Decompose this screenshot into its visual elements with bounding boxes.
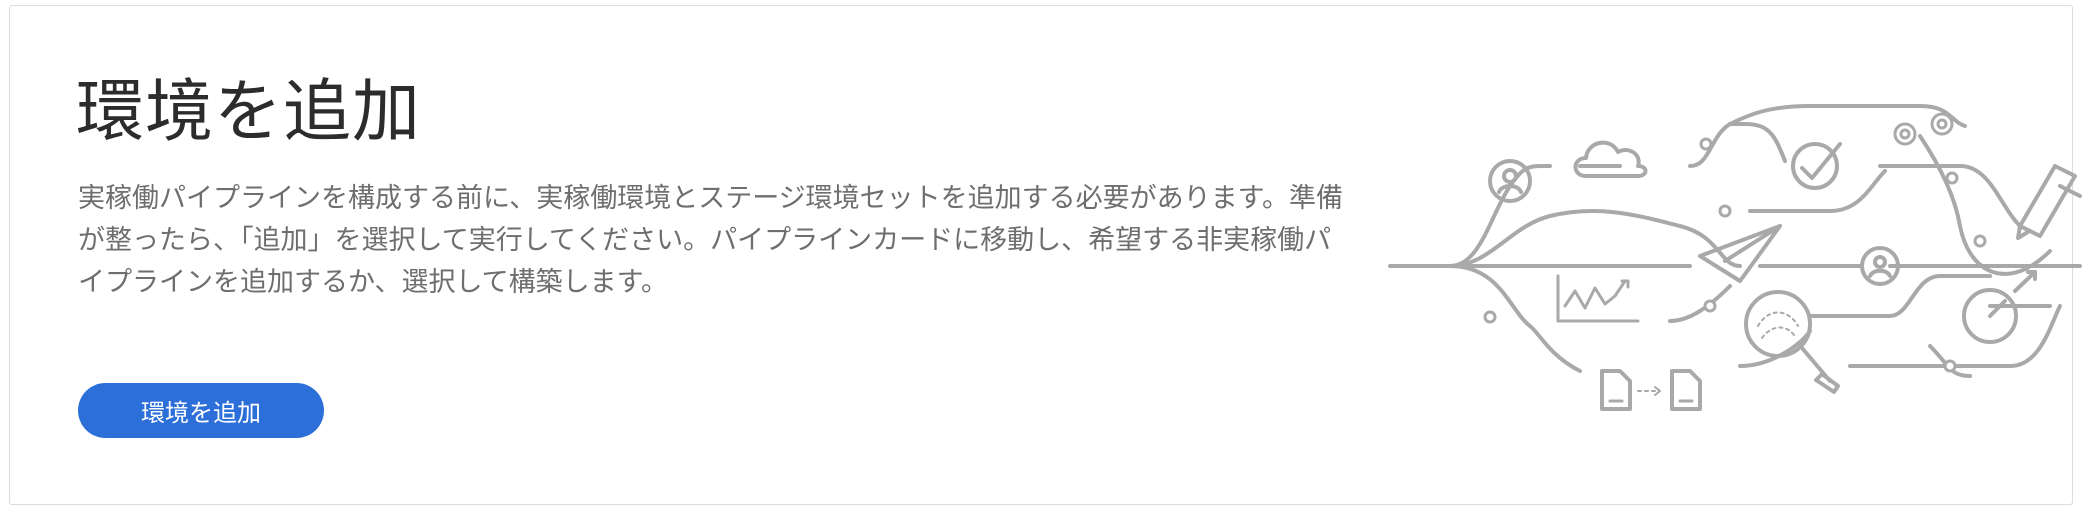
empty-state-card: 環境を追加 実稼働パイプラインを構成する前に、実稼働環境とステージ環境セットを追…: [9, 5, 2082, 505]
page-description: 実稼働パイプラインを構成する前に、実稼働環境とステージ環境セットを追加する必要が…: [78, 183, 1343, 298]
pen-icon: [2016, 164, 2082, 240]
checmark-icon: [1791, 142, 1842, 190]
add-environment-button[interactable]: 環境を追加: [78, 383, 324, 438]
paper-plane-icon: [1698, 224, 1782, 283]
page-title: 環境を追加: [76, 73, 422, 152]
cloud-icon: [1573, 140, 1648, 178]
user-icon: [1488, 159, 1532, 203]
magnifier-icon: [1744, 290, 1840, 394]
arrow-dotted: [1637, 386, 1661, 396]
pipeline-illustration: [1388, 76, 2082, 446]
document-icon: [1670, 369, 1702, 411]
document-icon: [1600, 369, 1632, 411]
chart-icon: [1556, 274, 1640, 323]
